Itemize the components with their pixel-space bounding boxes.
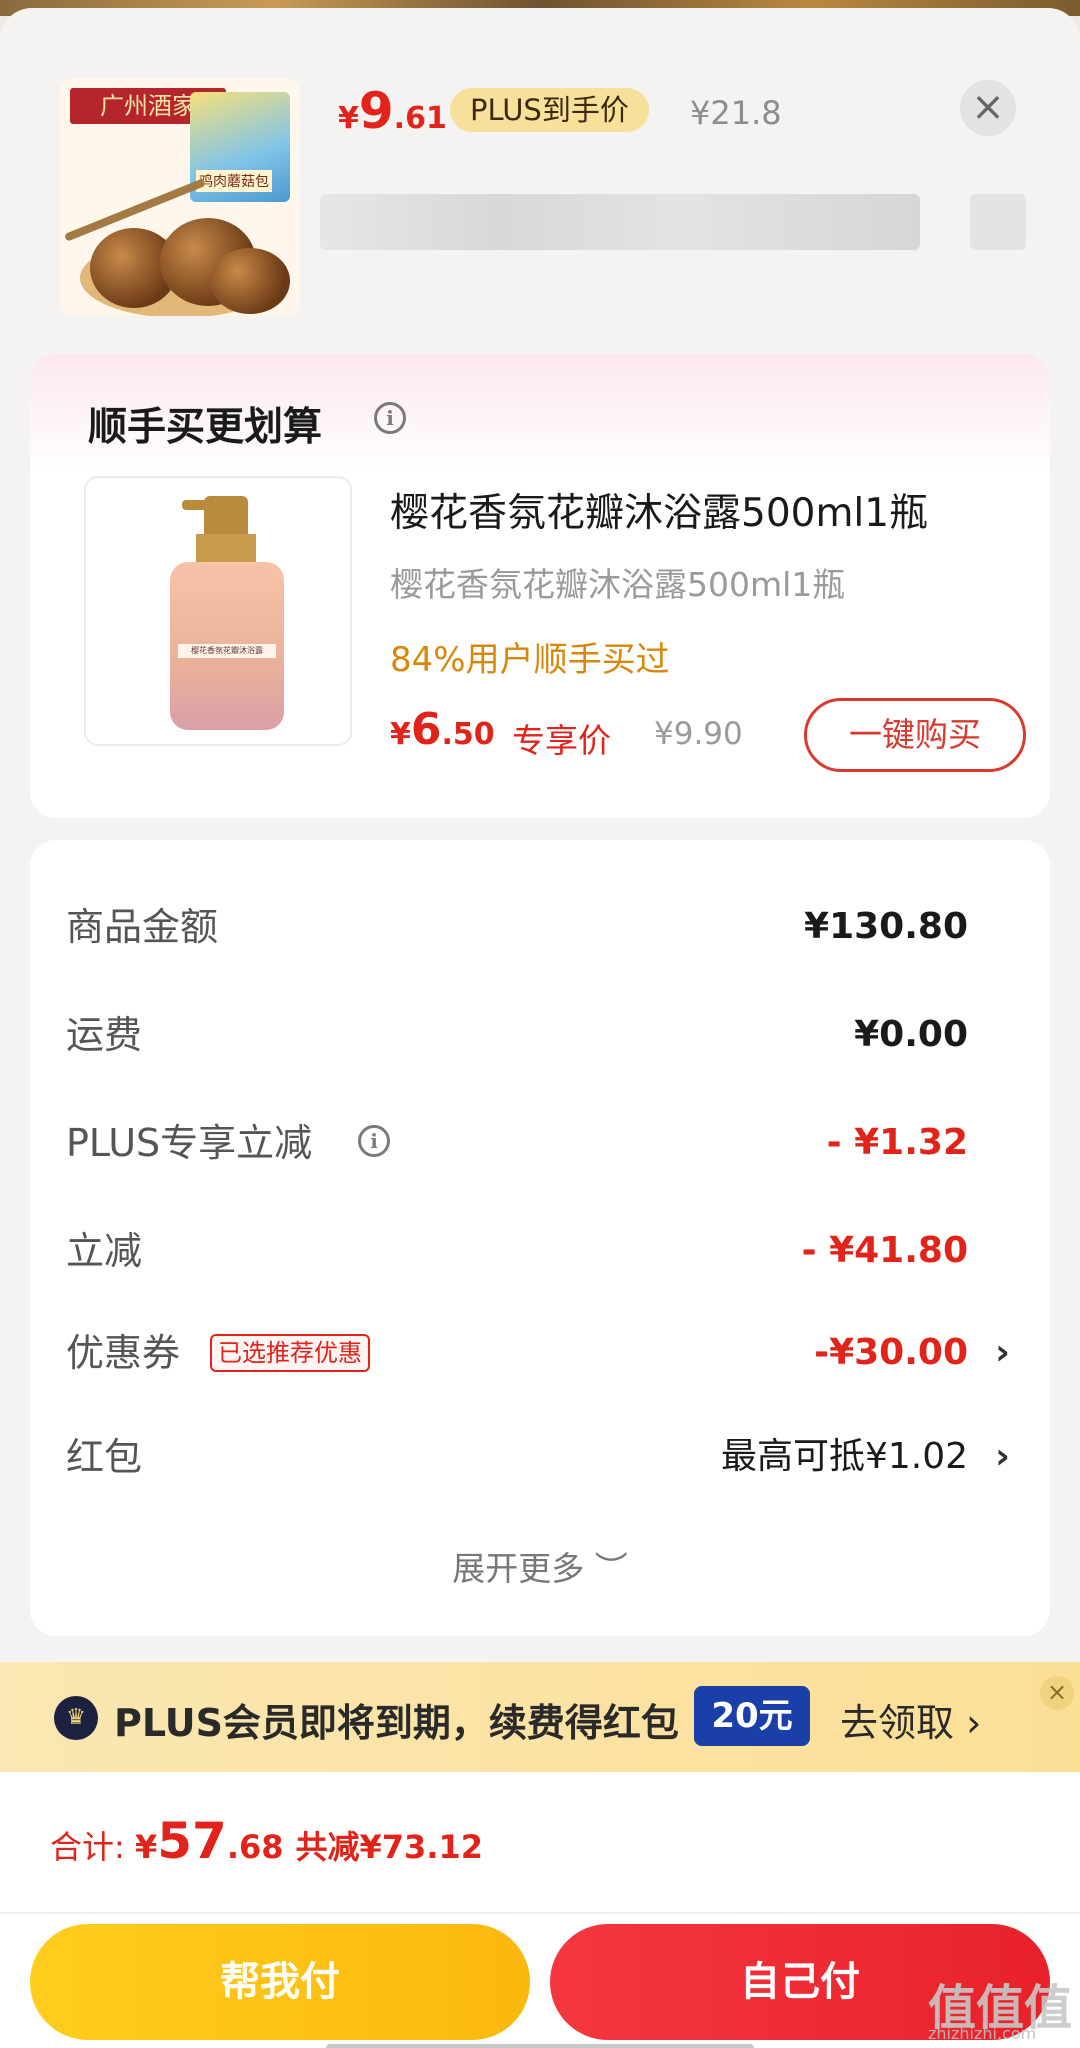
price-summary-card: 商品金额 ¥130.80 运费 ¥0.00 PLUS专享立减 i - ¥1.32… — [30, 840, 1050, 1636]
bottle-neck — [196, 534, 256, 564]
divider — [0, 1912, 1080, 1914]
row-value: 最高可抵¥1.02 — [720, 1436, 968, 1477]
row-value: ¥0.00 — [854, 1014, 968, 1055]
coupon-selected-badge: 已选推荐优惠 — [210, 1334, 370, 1372]
total-label: 合计: — [50, 1828, 135, 1866]
row-value: - ¥41.80 — [801, 1230, 968, 1271]
info-icon[interactable]: i — [374, 402, 406, 434]
total-saved: 共减¥73.12 — [295, 1828, 484, 1866]
row-value: -¥30.00 — [814, 1332, 968, 1373]
summary-row-shipping: 运费 ¥0.00 — [30, 1000, 1050, 1070]
plus-price-tag: PLUS到手价 — [450, 88, 649, 132]
product-thumbnail[interactable]: 广州酒家 鸡肉蘑菇包 — [60, 78, 300, 316]
checkout-sheet: 广州酒家 鸡肉蘑菇包 ¥9.61 PLUS到手价 ¥21.8 × 顺手买更划算 … — [0, 8, 1080, 2048]
expand-more-link[interactable]: 展开更多 ︶ — [30, 1542, 1050, 1590]
upsell-product-spec: 樱花香氛花瓣沐浴露500ml1瓶 — [390, 565, 846, 604]
upsell-card: 顺手买更划算 i 樱花香氛花瓣沐浴露 樱花香氛花瓣沐浴露500ml1瓶 樱花香氛… — [30, 354, 1050, 818]
total-decimal: .68 — [226, 1828, 284, 1866]
upsell-product-image[interactable]: 樱花香氛花瓣沐浴露 — [84, 476, 352, 746]
one-click-buy-button[interactable]: 一键购买 — [804, 698, 1026, 772]
info-icon[interactable]: i — [358, 1125, 390, 1157]
row-label: 运费 — [66, 1013, 143, 1057]
price-integer: 9 — [358, 82, 394, 140]
row-label: 立减 — [66, 1229, 143, 1273]
upsell-original-price: ¥9.90 — [654, 716, 743, 752]
summary-row-goods-amount: 商品金额 ¥130.80 — [30, 892, 1050, 962]
price-symbol: ¥ — [390, 717, 411, 752]
upsell-product-name[interactable]: 樱花香氛花瓣沐浴露500ml1瓶 — [390, 482, 928, 538]
summary-row-instant-discount: 立减 - ¥41.80 — [30, 1216, 1050, 1286]
plus-crown-icon: ♛ — [54, 1696, 98, 1740]
exclusive-price-label: 专享价 — [512, 721, 611, 760]
price-decimal: .61 — [393, 101, 447, 136]
row-label: 红包 — [66, 1435, 143, 1479]
row-label: 商品金额 — [66, 905, 219, 949]
price-symbol: ¥ — [338, 101, 359, 136]
plus-renewal-banner[interactable]: ♛ PLUS会员即将到期，续费得红包 20元 去领取 › × — [0, 1662, 1080, 1772]
total-symbol: ¥ — [134, 1828, 158, 1866]
summary-row-plus-discount: PLUS专享立减 i - ¥1.32 — [30, 1108, 1050, 1178]
bottom-pay-bar: 合计: ¥57.68 共减¥73.12 帮我付 自己付 值值值 zhizhizhi… — [0, 1772, 1080, 2048]
plus-banner-text: PLUS会员即将到期，续费得红包 — [114, 1701, 679, 1745]
row-value: - ¥1.32 — [826, 1122, 968, 1163]
blurred-quantity — [970, 194, 1026, 250]
red-packet-amount-chip: 20元 — [694, 1686, 810, 1746]
help-me-pay-button[interactable]: 帮我付 — [30, 1924, 530, 2040]
upsell-price: ¥6.50 — [390, 704, 495, 755]
home-indicator[interactable] — [326, 2044, 754, 2048]
close-button[interactable]: × — [960, 80, 1016, 136]
price-decimal: .50 — [441, 717, 495, 752]
product-package-image: 鸡肉蘑菇包 — [190, 92, 290, 202]
watermark-url: zhizhizhi.com — [928, 2024, 1037, 2043]
banner-close-icon[interactable]: × — [1040, 1676, 1074, 1710]
total-integer: 57 — [157, 1812, 227, 1870]
package-label: 鸡肉蘑菇包 — [196, 170, 272, 192]
claim-link[interactable]: 去领取 › — [840, 1692, 981, 1747]
summary-row-red-packet[interactable]: 红包 最高可抵¥1.02 › — [30, 1422, 1050, 1492]
header-price: ¥9.61 — [338, 82, 447, 140]
bottle-label: 樱花香氛花瓣沐浴露 — [178, 644, 276, 658]
bun-image — [210, 248, 290, 314]
chevron-right-icon: › — [995, 1332, 1010, 1373]
summary-row-coupon[interactable]: 优惠券 已选推荐优惠 -¥30.00 › — [30, 1318, 1050, 1388]
row-label: PLUS专享立减 — [66, 1121, 313, 1165]
header-original-price: ¥21.8 — [690, 94, 782, 132]
row-value: ¥130.80 — [804, 906, 968, 947]
chevron-right-icon: › — [995, 1436, 1010, 1477]
upsell-title: 顺手买更划算 — [88, 405, 323, 450]
info-glyph: i — [374, 402, 406, 434]
price-integer: 6 — [410, 704, 442, 755]
bottle-cap — [204, 496, 248, 536]
blurred-product-spec — [320, 194, 920, 250]
upsell-purchase-stat: 84%用户顺手买过 — [390, 640, 670, 680]
order-total: 合计: ¥57.68 共减¥73.12 — [50, 1812, 483, 1870]
row-label: 优惠券 — [66, 1331, 181, 1375]
